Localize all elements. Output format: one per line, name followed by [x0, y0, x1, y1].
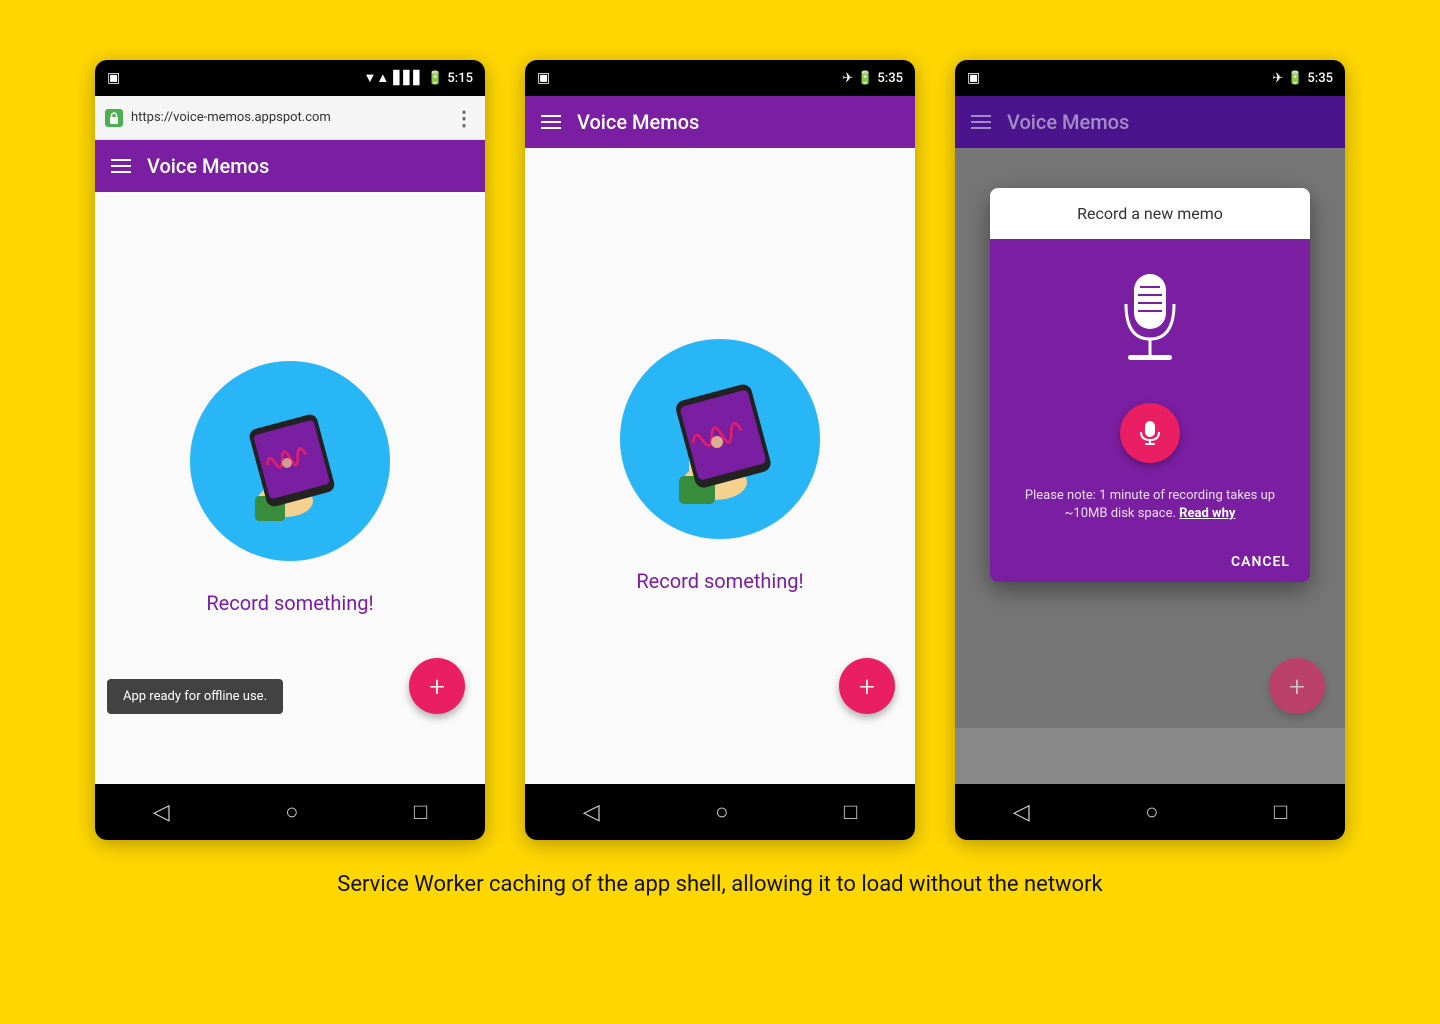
notification-icon-3: ▣ [967, 70, 980, 86]
caption: Service Worker caching of the app shell,… [337, 870, 1102, 901]
recents-icon-2[interactable]: □ [844, 799, 857, 825]
battery-icon: 🔋 [427, 71, 443, 86]
dialog-overlay: Record a new memo [955, 148, 1345, 728]
record-button[interactable] [1120, 403, 1180, 463]
record-circle-2 [620, 339, 820, 539]
back-icon-3[interactable]: ◁ [1013, 800, 1030, 825]
dialog-body: Please note: 1 minute of recording takes… [990, 239, 1310, 539]
recents-icon-1[interactable]: □ [414, 799, 427, 825]
phone-1: ▣ ▼▲ ▋▋▋ 🔋 5:15 https://voice-memos.apps… [95, 60, 485, 840]
phone-illustration-1 [235, 401, 345, 521]
dialog-cancel-area: CANCEL [990, 539, 1310, 582]
phone-3: ▣ ✈ 🔋 5:35 Voice Memos [955, 60, 1345, 840]
app-bar-2: Voice Memos [525, 96, 915, 148]
home-icon-3[interactable]: ○ [1145, 799, 1158, 825]
fab-plus-icon-2: + [859, 670, 875, 703]
cancel-button[interactable]: CANCEL [1231, 554, 1290, 570]
status-right-1: ▼▲ ▋▋▋ 🔋 5:15 [363, 70, 473, 86]
record-label-2: Record something! [636, 569, 803, 593]
status-left-2: ▣ [537, 70, 550, 86]
time-2: 5:35 [877, 71, 903, 86]
read-why-link[interactable]: Read why [1179, 506, 1235, 521]
app-bar-1: Voice Memos [95, 140, 485, 192]
fab-plus-icon-3: + [1289, 670, 1305, 703]
status-left-1: ▣ [107, 70, 120, 86]
nav-bar-1: ◁ ○ □ [95, 784, 485, 840]
fab-2[interactable]: + [839, 658, 895, 714]
notification-icon-2: ▣ [537, 70, 550, 86]
battery-icon-3: 🔋 [1287, 71, 1303, 86]
back-icon-2[interactable]: ◁ [583, 800, 600, 825]
home-icon-2[interactable]: ○ [715, 799, 728, 825]
snackbar-1: App ready for offline use. [107, 679, 283, 714]
more-options-icon[interactable]: ⋮ [454, 106, 475, 130]
status-right-3: ✈ 🔋 5:35 [1272, 71, 1333, 86]
phone-2: ▣ ✈ 🔋 5:35 Voice Memos [525, 60, 915, 840]
ssl-lock-icon [105, 109, 123, 127]
fab-3[interactable]: + [1269, 658, 1325, 714]
url-bar[interactable]: https://voice-memos.appspot.com ⋮ [95, 96, 485, 140]
record-dialog: Record a new memo [990, 188, 1310, 582]
record-mic-icon [1136, 419, 1164, 447]
url-text: https://voice-memos.appspot.com [131, 110, 446, 125]
airplane-icon-2: ✈ [842, 71, 853, 86]
dialog-note: Please note: 1 minute of recording takes… [1010, 487, 1290, 523]
phones-container: ▣ ▼▲ ▋▋▋ 🔋 5:15 https://voice-memos.apps… [70, 60, 1370, 840]
status-right-2: ✈ 🔋 5:35 [842, 71, 903, 86]
mic-svg [1110, 269, 1190, 379]
app-title-2: Voice Memos [577, 110, 699, 134]
nav-bar-2: ◁ ○ □ [525, 784, 915, 840]
time-1: 5:15 [447, 71, 473, 86]
hamburger-icon-2[interactable] [541, 115, 561, 129]
hamburger-icon-1[interactable] [111, 159, 131, 173]
fab-1[interactable]: + [409, 658, 465, 714]
phone-illustration-2 [655, 374, 785, 504]
wifi-icon: ▼▲ [363, 70, 389, 86]
notification-icon: ▣ [107, 70, 120, 86]
status-bar-2: ▣ ✈ 🔋 5:35 [525, 60, 915, 96]
home-icon-1[interactable]: ○ [285, 799, 298, 825]
recents-icon-3[interactable]: □ [1274, 799, 1287, 825]
phone-3-content: Record a new memo [955, 148, 1345, 784]
back-icon-1[interactable]: ◁ [153, 800, 170, 825]
signal-icon: ▋▋▋ [393, 71, 423, 86]
mic-illustration [1110, 269, 1190, 379]
record-circle-1 [190, 361, 390, 561]
snackbar-text: App ready for offline use. [123, 689, 267, 704]
airplane-icon-3: ✈ [1272, 71, 1283, 86]
phone-1-content: Record something! App ready for offline … [95, 192, 485, 784]
status-bar-3: ▣ ✈ 🔋 5:35 [955, 60, 1345, 96]
hamburger-icon-3[interactable] [971, 115, 991, 129]
record-label-1: Record something! [206, 591, 373, 615]
app-title-1: Voice Memos [147, 154, 269, 178]
status-left-3: ▣ [967, 70, 980, 86]
time-3: 5:35 [1307, 71, 1333, 86]
app-bar-3: Voice Memos [955, 96, 1345, 148]
phone-2-content: Record something! + [525, 148, 915, 784]
nav-bar-3: ◁ ○ □ [955, 784, 1345, 840]
fab-plus-icon-1: + [429, 670, 445, 703]
app-title-3: Voice Memos [1007, 110, 1129, 134]
dialog-title: Record a new memo [990, 188, 1310, 239]
status-bar-1: ▣ ▼▲ ▋▋▋ 🔋 5:15 [95, 60, 485, 96]
battery-icon-2: 🔋 [857, 71, 873, 86]
